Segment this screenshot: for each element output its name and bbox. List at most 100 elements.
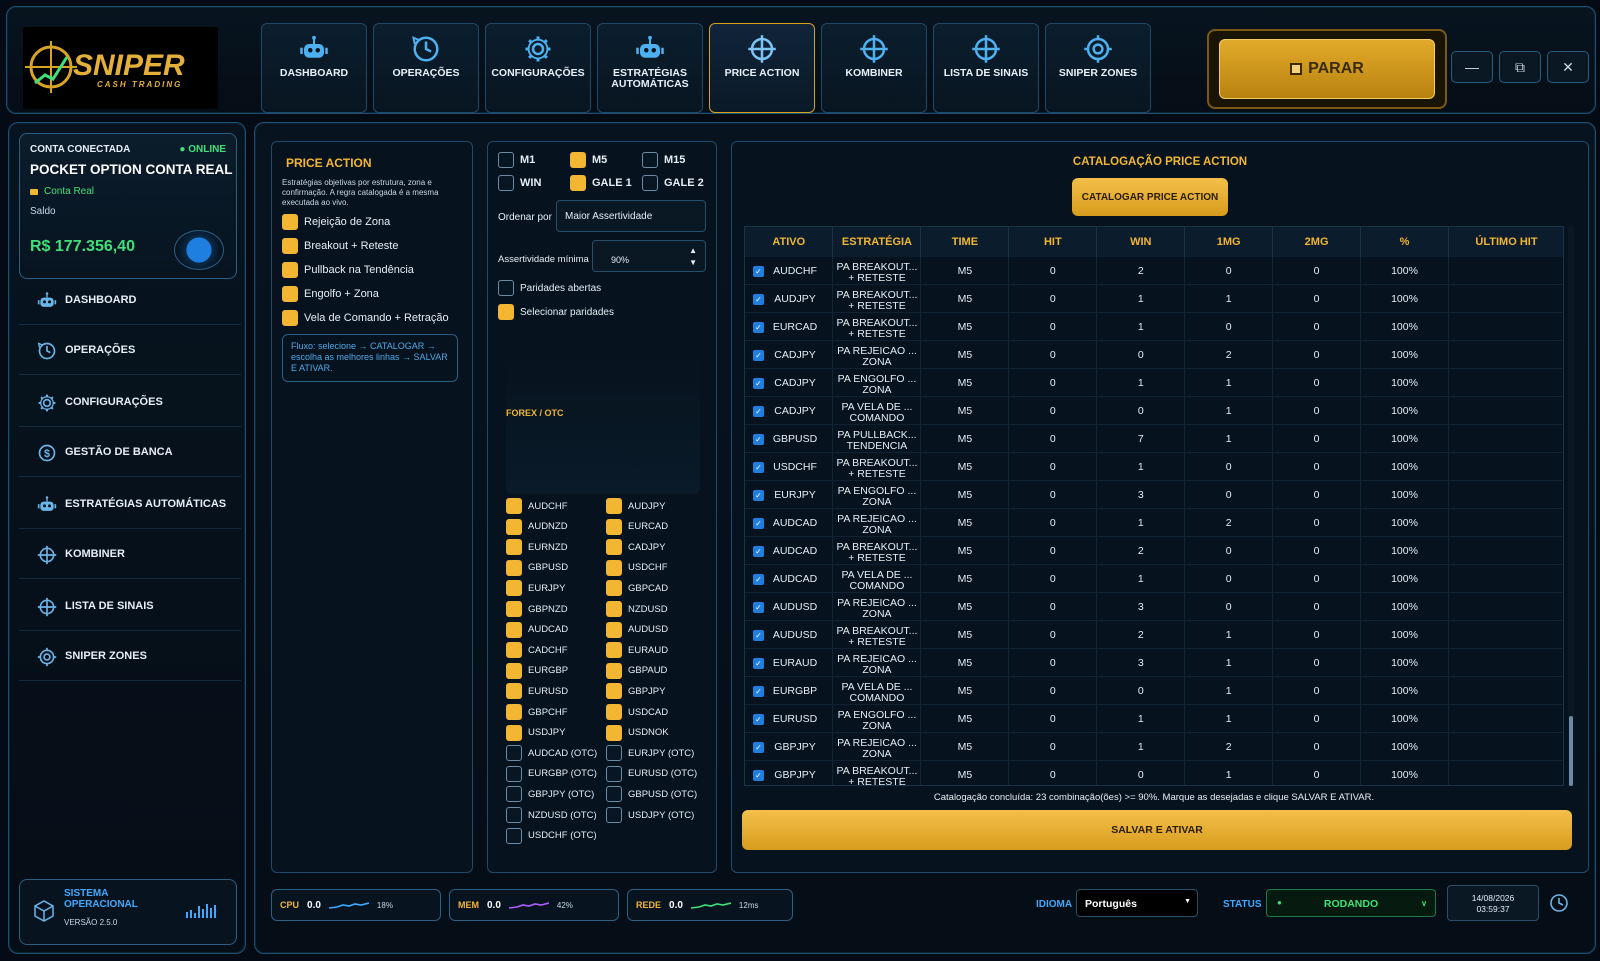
checkbox[interactable] [606, 724, 622, 741]
row-checkbox[interactable]: ✓ [753, 741, 764, 753]
column-header[interactable]: % [1360, 227, 1449, 257]
column-header[interactable]: WIN [1096, 227, 1186, 257]
order-select[interactable]: Maior Assertividade [556, 200, 706, 232]
checkbox[interactable] [606, 704, 622, 720]
checkbox[interactable] [282, 262, 298, 278]
checkbox[interactable] [282, 286, 298, 302]
pair-option[interactable]: EURJPY [506, 580, 565, 597]
pair-option[interactable]: EURCAD [606, 518, 668, 535]
column-header[interactable]: 2MG [1272, 227, 1362, 257]
sidebar-item-configurações[interactable]: CONFIGURAÇÕES [19, 379, 241, 427]
pair-option[interactable]: EURGBP (OTC) [506, 765, 597, 782]
checkbox[interactable] [606, 621, 622, 638]
nav-tab-lista-de-sinais[interactable]: LISTA DE SINAIS [933, 23, 1039, 113]
table-row[interactable]: ✓ AUDJPY PA BREAKOUT... + RETESTE M5 0 1 1 0 100… [745, 284, 1563, 313]
checkbox[interactable] [282, 238, 298, 254]
row-checkbox[interactable]: ✓ [753, 405, 764, 417]
pair-option[interactable]: EURGBP [506, 662, 568, 679]
row-checkbox[interactable]: ✓ [753, 685, 764, 697]
row-checkbox[interactable]: ✓ [753, 713, 764, 725]
pair-option[interactable]: AUDNZD [506, 518, 568, 535]
row-checkbox[interactable]: ✓ [753, 349, 764, 361]
pair-option[interactable]: NZDUSD (OTC) [506, 807, 597, 823]
column-header[interactable]: HIT [1008, 227, 1098, 257]
pair-option[interactable]: EURJPY (OTC) [606, 745, 694, 762]
checkbox[interactable] [606, 580, 622, 597]
table-row[interactable]: ✓ EURAUD PA REJEICAO ... ZONA M5 0 3 1 0 100% [745, 648, 1563, 677]
row-checkbox[interactable]: ✓ [753, 657, 764, 669]
pair-option[interactable]: GBPAUD [606, 662, 667, 679]
row-checkbox[interactable]: ✓ [753, 769, 764, 781]
timeframes-option[interactable]: M1 [498, 152, 535, 168]
row-checkbox[interactable]: ✓ [753, 433, 764, 445]
clock-icon[interactable] [1549, 893, 1569, 913]
strategy-option[interactable]: Engolfo + Zona [282, 286, 379, 302]
checkbox[interactable] [606, 765, 622, 782]
sidebar-item-lista-de-sinais[interactable]: LISTA DE SINAIS [19, 583, 241, 631]
row-checkbox[interactable]: ✓ [753, 601, 764, 613]
nav-tab-dashboard[interactable]: DASHBOARD [261, 23, 367, 113]
nav-tab-kombiner[interactable]: KOMBINER [821, 23, 927, 113]
open-pairs-toggle[interactable]: Paridades abertas [498, 280, 601, 296]
table-row[interactable]: ✓ EURGBP PA VELA DE ... COMANDO M5 0 0 1 0 100% [745, 676, 1563, 705]
select-pairs-toggle[interactable]: Selecionar paridades [498, 304, 614, 320]
sidebar-item-gestão-de-banca[interactable]: $ GESTÃO DE BANCA [19, 429, 241, 477]
strategy-option[interactable]: Breakout + Reteste [282, 238, 398, 254]
pair-option[interactable]: USDJPY [506, 724, 565, 741]
table-row[interactable]: ✓ AUDUSD PA BREAKOUT... + RETESTE M5 0 2 1 0 100… [745, 620, 1563, 649]
checkbox[interactable] [506, 539, 522, 556]
checkbox[interactable] [606, 559, 622, 576]
table-row[interactable]: ✓ CADJPY PA VELA DE ... COMANDO M5 0 0 1 0 100% [745, 396, 1563, 425]
row-checkbox[interactable]: ✓ [753, 573, 764, 585]
row-checkbox[interactable]: ✓ [753, 293, 764, 305]
pair-option[interactable]: GBPCHF [506, 704, 568, 720]
sidebar-item-dashboard[interactable]: DASHBOARD [19, 277, 241, 325]
pair-option[interactable]: EURUSD (OTC) [606, 765, 697, 782]
strategy-option[interactable]: Pullback na Tendência [282, 262, 414, 278]
checkbox[interactable] [506, 827, 522, 844]
table-row[interactable]: ✓ CADJPY PA REJEICAO ... ZONA M5 0 0 2 0 100% [745, 340, 1563, 369]
checkbox[interactable] [506, 642, 522, 659]
pair-option[interactable]: AUDCAD (OTC) [506, 745, 597, 762]
pair-option[interactable]: AUDJPY [606, 498, 665, 514]
catalog-table-wrap[interactable]: ATIVO ESTRATÉGIA TIME HIT WIN 1MG 2MG% ÚLTIMO H… [744, 226, 1564, 786]
row-checkbox[interactable]: ✓ [753, 545, 764, 557]
sidebar-item-sniper-zones[interactable]: SNIPER ZONES [19, 633, 241, 681]
table-row[interactable]: ✓ CADJPY PA ENGOLFO ... ZONA M5 0 1 1 0 100% [745, 368, 1563, 397]
pair-option[interactable]: AUDCHF [506, 498, 568, 514]
checkbox[interactable] [506, 518, 522, 535]
checkbox[interactable] [642, 152, 658, 168]
checkbox[interactable] [606, 683, 622, 700]
gales-option[interactable]: WIN [498, 175, 541, 191]
column-header[interactable]: TIME [920, 227, 1010, 257]
pair-option[interactable]: EURNZD [506, 539, 568, 556]
language-select[interactable]: Português ▼ [1076, 889, 1198, 917]
timeframes-option[interactable]: M5 [570, 152, 607, 168]
row-checkbox[interactable]: ✓ [753, 517, 764, 529]
table-row[interactable]: ✓ AUDCAD PA BREAKOUT... + RETESTE M5 0 2 0 0 100… [745, 536, 1563, 565]
checkbox[interactable] [506, 662, 522, 679]
catalog-button[interactable]: CATALOGAR PRICE ACTION [1072, 178, 1228, 216]
checkbox[interactable] [506, 724, 522, 741]
checkbox[interactable] [506, 745, 522, 762]
sidebar-item-kombiner[interactable]: KOMBINER [19, 531, 241, 579]
pair-option[interactable]: EURAUD [606, 642, 668, 659]
gales-option[interactable]: GALE 2 [642, 175, 704, 191]
pair-option[interactable]: AUDUSD [606, 621, 668, 638]
checkbox[interactable] [498, 175, 514, 191]
table-row[interactable]: ✓ AUDCAD PA REJEICAO ... ZONA M5 0 1 2 0 100% [745, 508, 1563, 537]
checkbox[interactable] [506, 498, 522, 514]
checkbox[interactable] [506, 765, 522, 782]
pair-option[interactable]: NZDUSD [606, 601, 668, 617]
save-activate-button[interactable]: SALVAR E ATIVAR [742, 810, 1572, 850]
checkbox[interactable] [506, 601, 522, 617]
checkbox[interactable] [606, 642, 622, 659]
pair-option[interactable]: GBPJPY [606, 683, 666, 700]
nav-tab-configurações[interactable]: CONFIGURAÇÕES [485, 23, 591, 113]
pair-option[interactable]: USDCAD [606, 704, 668, 720]
strategy-option[interactable]: Rejeição de Zona [282, 214, 390, 230]
close-button[interactable]: ✕ [1547, 51, 1589, 83]
pair-option[interactable]: GBPNZD [506, 601, 568, 617]
column-header[interactable]: 1MG [1184, 227, 1274, 257]
row-checkbox[interactable]: ✓ [753, 321, 764, 333]
